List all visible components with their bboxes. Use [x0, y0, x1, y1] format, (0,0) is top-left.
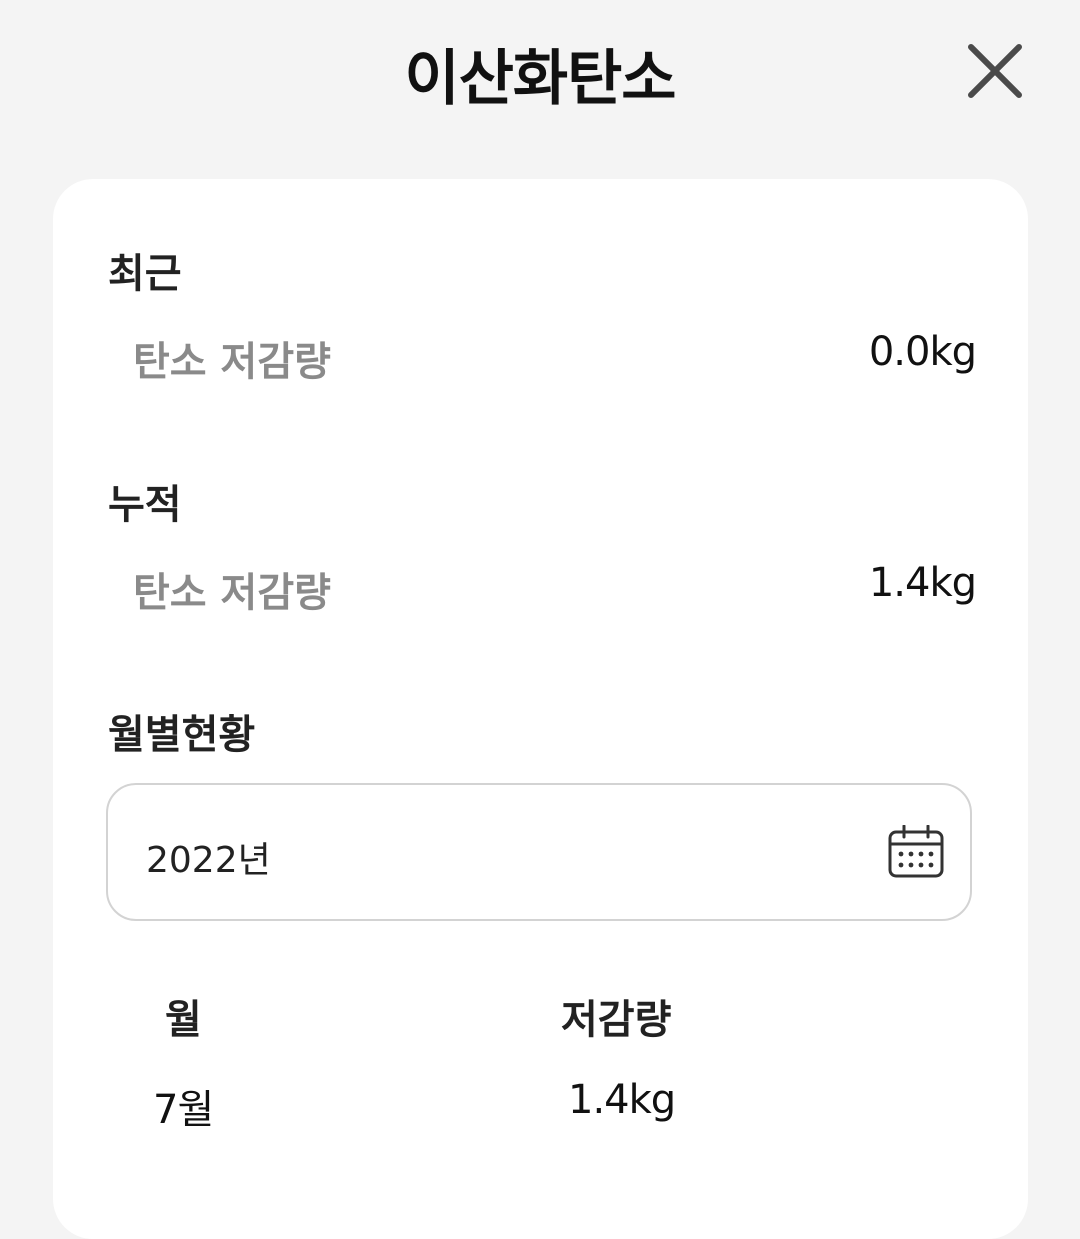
cumulative-value: 1.4kg [868, 560, 977, 606]
co2-card: 최근 탄소 저감량 0.0kg 누적 탄소 저감량 1.4kg 월별현황 202… [53, 179, 1028, 1239]
table-row-month: 7월 [153, 1087, 214, 1133]
close-icon [968, 44, 1022, 98]
recent-row-label: 탄소 저감량 [133, 339, 331, 385]
table-row-amount: 1.4kg [568, 1077, 676, 1123]
header: 이산화탄소 [0, 0, 1080, 140]
recent-value: 0.0kg [868, 329, 977, 375]
cumulative-section-label: 누적 [108, 482, 182, 528]
year-value: 2022년 [146, 840, 271, 881]
close-button[interactable] [962, 38, 1028, 104]
recent-section-label: 최근 [108, 251, 182, 297]
calendar-icon [888, 825, 944, 878]
column-header-reduction: 저감량 [561, 997, 672, 1043]
monthly-section-label: 월별현황 [108, 712, 256, 758]
column-header-month: 월 [165, 997, 202, 1043]
cumulative-row-label: 탄소 저감량 [133, 570, 331, 616]
page-title: 이산화탄소 [404, 44, 677, 114]
year-selector[interactable]: 2022년 [106, 783, 972, 921]
